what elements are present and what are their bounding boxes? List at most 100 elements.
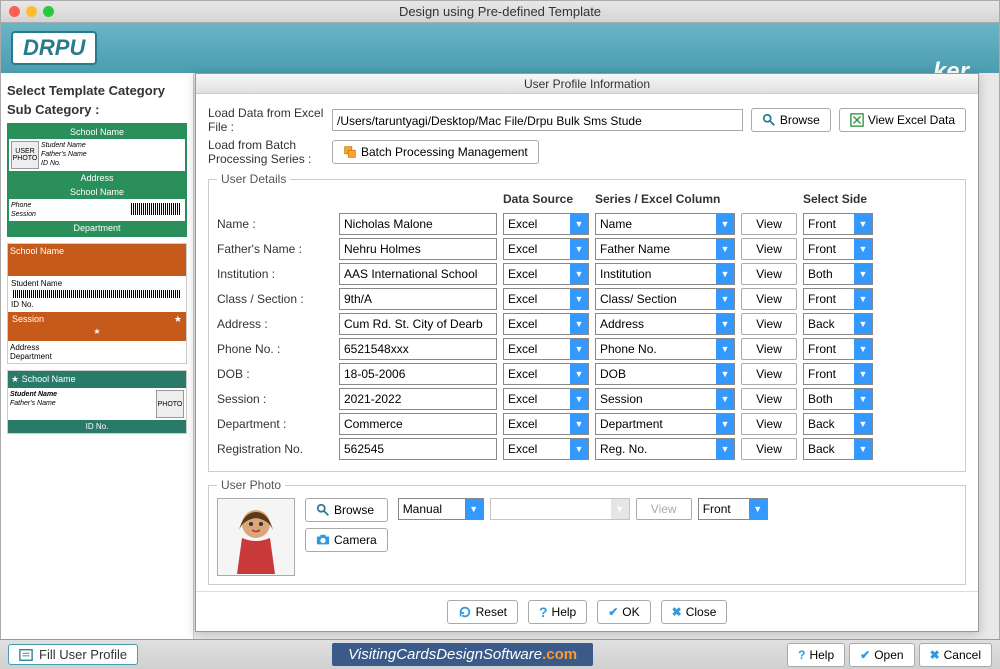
side-select[interactable]: Back▼: [803, 413, 873, 435]
side-select[interactable]: Front▼: [803, 238, 873, 260]
field-label: Class / Section :: [217, 292, 333, 306]
template-thumbnail-1[interactable]: School Name USER PHOTO Student Name Fath…: [7, 123, 187, 237]
modal-title: User Profile Information: [196, 74, 978, 94]
view-button[interactable]: View: [741, 363, 797, 385]
chevron-down-icon: ▼: [611, 499, 629, 519]
data-source-select[interactable]: Excel▼: [503, 388, 589, 410]
excel-column-select[interactable]: Reg. No.▼: [595, 438, 735, 460]
batch-processing-button[interactable]: Batch Processing Management: [332, 140, 539, 164]
photo-placeholder-icon: PHOTO: [156, 390, 184, 418]
field-row: Class / Section : Excel▼ Class/ Section▼…: [217, 288, 957, 310]
view-button[interactable]: View: [741, 263, 797, 285]
side-select[interactable]: Both▼: [803, 388, 873, 410]
view-button[interactable]: View: [741, 213, 797, 235]
field-label: Department :: [217, 417, 333, 431]
side-select[interactable]: Back▼: [803, 313, 873, 335]
field-row: Department : Excel▼ Department▼ View Bac…: [217, 413, 957, 435]
field-value-input[interactable]: [339, 338, 497, 360]
chevron-down-icon: ▼: [854, 389, 872, 409]
field-value-input[interactable]: [339, 238, 497, 260]
excel-column-select[interactable]: DOB▼: [595, 363, 735, 385]
view-excel-data-button[interactable]: View Excel Data: [839, 108, 966, 132]
template-thumbnail-2[interactable]: School Name Student Name ID No. Session★…: [7, 243, 187, 364]
view-button[interactable]: View: [741, 338, 797, 360]
chevron-down-icon: ▼: [854, 264, 872, 284]
chevron-down-icon: ▼: [465, 499, 483, 519]
chevron-down-icon: ▼: [854, 339, 872, 359]
field-value-input[interactable]: [339, 388, 497, 410]
ok-button[interactable]: ✔ OK: [597, 600, 650, 624]
photo-side-select[interactable]: Front▼: [698, 498, 768, 520]
view-button[interactable]: View: [741, 413, 797, 435]
field-value-input[interactable]: [339, 313, 497, 335]
help-button-bottom[interactable]: ?Help: [787, 643, 845, 667]
field-value-input[interactable]: [339, 213, 497, 235]
view-button[interactable]: View: [741, 238, 797, 260]
reset-button[interactable]: Reset: [447, 600, 518, 624]
chevron-down-icon: ▼: [570, 289, 588, 309]
field-label: DOB :: [217, 367, 333, 381]
chevron-down-icon: ▼: [716, 214, 734, 234]
photo-browse-button[interactable]: Browse: [305, 498, 388, 522]
excel-column-select[interactable]: Name▼: [595, 213, 735, 235]
profile-icon: [19, 648, 33, 662]
data-source-select[interactable]: Excel▼: [503, 263, 589, 285]
side-select[interactable]: Front▼: [803, 338, 873, 360]
field-value-input[interactable]: [339, 288, 497, 310]
data-source-select[interactable]: Excel▼: [503, 438, 589, 460]
maximize-window-icon[interactable]: [43, 6, 54, 17]
photo-source-select[interactable]: Manual▼: [398, 498, 484, 520]
view-button[interactable]: View: [741, 388, 797, 410]
chevron-down-icon: ▼: [716, 289, 734, 309]
minimize-window-icon[interactable]: [26, 6, 37, 17]
close-button[interactable]: ✖ Close: [661, 600, 728, 624]
data-source-select[interactable]: Excel▼: [503, 238, 589, 260]
browse-excel-button[interactable]: Browse: [751, 108, 831, 132]
app-banner: DRPU ker: [1, 23, 999, 73]
window-title: Design using Pre-defined Template: [9, 4, 991, 19]
data-source-select[interactable]: Excel▼: [503, 413, 589, 435]
data-source-select[interactable]: Excel▼: [503, 363, 589, 385]
check-icon: ✔: [608, 605, 618, 619]
brand-logo: DRPU: [11, 31, 97, 65]
view-button[interactable]: View: [741, 313, 797, 335]
data-source-select[interactable]: Excel▼: [503, 313, 589, 335]
field-value-input[interactable]: [339, 438, 497, 460]
fill-user-profile-button[interactable]: Fill User Profile: [8, 644, 138, 665]
excel-column-select[interactable]: Class/ Section▼: [595, 288, 735, 310]
cancel-button[interactable]: ✖Cancel: [919, 643, 992, 667]
sub-category-label: Sub Category :: [7, 102, 187, 117]
field-value-input[interactable]: [339, 263, 497, 285]
excel-column-select[interactable]: Phone No.▼: [595, 338, 735, 360]
excel-column-select[interactable]: Session▼: [595, 388, 735, 410]
view-button[interactable]: View: [741, 288, 797, 310]
side-select[interactable]: Front▼: [803, 363, 873, 385]
chevron-down-icon: ▼: [716, 389, 734, 409]
sidebar: Select Template Category Sub Category : …: [1, 73, 194, 668]
side-select[interactable]: Front▼: [803, 213, 873, 235]
field-value-input[interactable]: [339, 413, 497, 435]
chevron-down-icon: ▼: [570, 414, 588, 434]
side-select[interactable]: Front▼: [803, 288, 873, 310]
data-source-select[interactable]: Excel▼: [503, 338, 589, 360]
excel-path-input[interactable]: /Users/taruntyagi/Desktop/Mac File/Drpu …: [332, 109, 743, 131]
close-window-icon[interactable]: [9, 6, 20, 17]
side-select[interactable]: Back▼: [803, 438, 873, 460]
data-source-select[interactable]: Excel▼: [503, 213, 589, 235]
template-thumbnail-3[interactable]: ★ School Name Student Name Father's Name…: [7, 370, 187, 434]
view-button[interactable]: View: [741, 438, 797, 460]
field-value-input[interactable]: [339, 363, 497, 385]
open-button[interactable]: ✔Open: [849, 643, 914, 667]
chevron-down-icon: ▼: [716, 439, 734, 459]
field-label: Address :: [217, 317, 333, 331]
chevron-down-icon: ▼: [716, 239, 734, 259]
photo-camera-button[interactable]: Camera: [305, 528, 388, 552]
excel-column-select[interactable]: Department▼: [595, 413, 735, 435]
field-label: Session :: [217, 392, 333, 406]
excel-column-select[interactable]: Address▼: [595, 313, 735, 335]
excel-column-select[interactable]: Institution▼: [595, 263, 735, 285]
data-source-select[interactable]: Excel▼: [503, 288, 589, 310]
excel-column-select[interactable]: Father Name▼: [595, 238, 735, 260]
help-button[interactable]: ? Help: [528, 600, 587, 624]
side-select[interactable]: Both▼: [803, 263, 873, 285]
